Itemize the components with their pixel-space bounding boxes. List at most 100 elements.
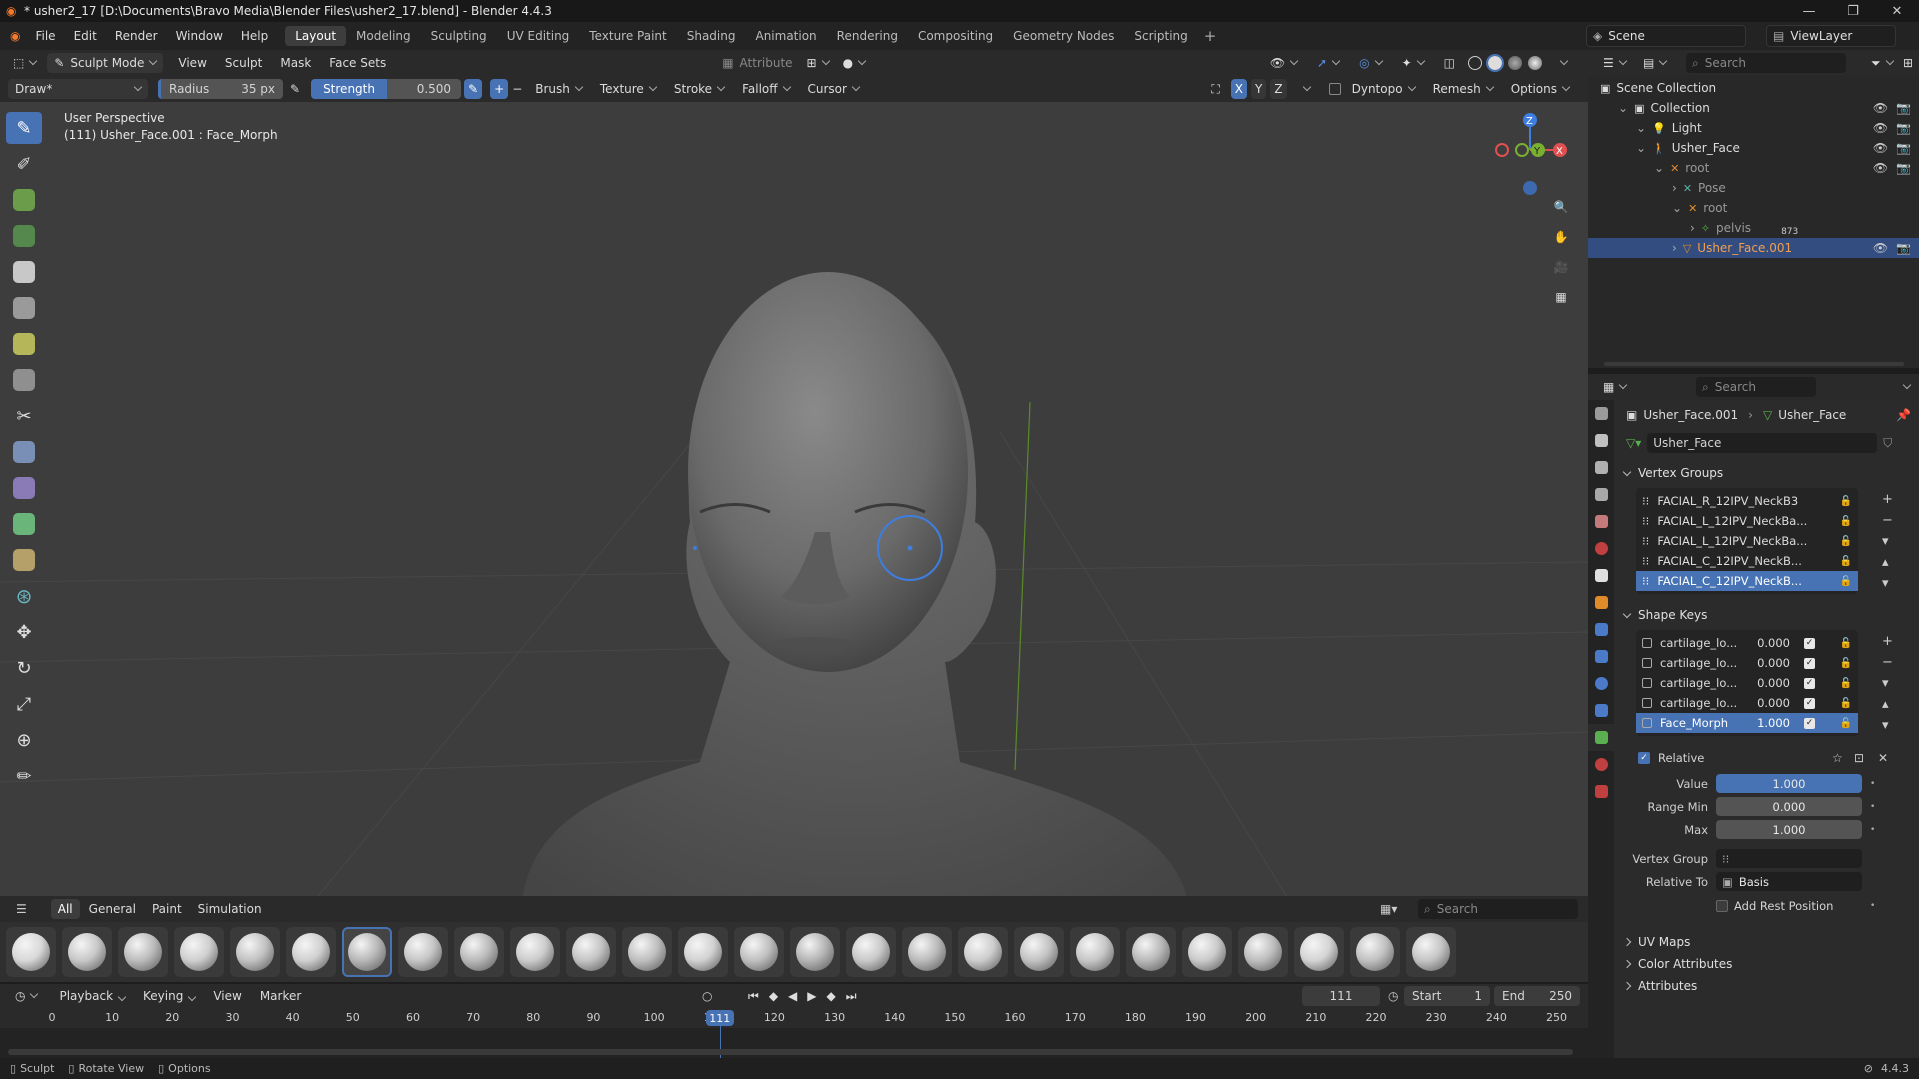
brush-thumbnail[interactable] bbox=[790, 927, 840, 977]
end-frame-field[interactable]: End 250 bbox=[1494, 986, 1580, 1006]
zoom-icon[interactable]: 🔍 bbox=[1548, 194, 1574, 220]
outliner-scrollbar[interactable] bbox=[1604, 362, 1904, 366]
shape-keys-section[interactable]: Shape Keys bbox=[1614, 604, 1919, 626]
mesh-name-field[interactable]: Usher_Face bbox=[1647, 433, 1878, 453]
brush-thumbnail[interactable] bbox=[1406, 927, 1456, 977]
eye-icon[interactable]: 👁 bbox=[1873, 121, 1888, 135]
vg-move-down-icon[interactable]: ▾ bbox=[1882, 576, 1893, 591]
keyframe-dot-icon[interactable]: • bbox=[1870, 779, 1884, 789]
expand-arrow-icon[interactable]: ⌄ bbox=[1654, 161, 1664, 175]
shape-key-item[interactable]: Face_Morph 1.000 ✓ 🔓 bbox=[1636, 713, 1858, 733]
lock-icon[interactable]: 🔓 bbox=[1840, 638, 1852, 649]
solid-shading-icon[interactable] bbox=[1486, 54, 1504, 72]
shading-options-dropdown[interactable] bbox=[1548, 53, 1574, 73]
transform-tool-icon[interactable]: ⊕ bbox=[6, 724, 42, 756]
camera-icon[interactable]: 📷 bbox=[1896, 241, 1911, 255]
vertex-group-item[interactable]: ⁝⁝ FACIAL_C_12IPV_NeckB... 🔓 bbox=[1636, 551, 1858, 571]
outliner-row[interactable]: › ✧ pelvis 873 bbox=[1588, 218, 1919, 238]
vertex-group-item[interactable]: ⁝⁝ FACIAL_C_12IPV_NeckB... 🔓 bbox=[1636, 571, 1858, 591]
viewport-menu-mask[interactable]: Mask bbox=[271, 56, 320, 70]
menu-help[interactable]: Help bbox=[232, 29, 277, 43]
shape-key-value[interactable]: 0.000 bbox=[1750, 676, 1790, 690]
dyntopo-checkbox[interactable] bbox=[1328, 83, 1341, 95]
camera-icon[interactable]: 📷 bbox=[1896, 161, 1911, 175]
visibility-icon[interactable]: 👁 bbox=[1263, 53, 1304, 73]
camera-icon[interactable]: 📷 bbox=[1896, 121, 1911, 135]
scene-tab-icon[interactable] bbox=[1588, 508, 1614, 535]
brush-thumbnail[interactable] bbox=[846, 927, 896, 977]
outliner-editor-type-icon[interactable]: ☰ bbox=[1596, 53, 1633, 73]
expand-arrow-icon[interactable]: › bbox=[1672, 241, 1677, 255]
record-icon[interactable]: ○ bbox=[702, 989, 712, 1003]
tab-scripting[interactable]: Scripting bbox=[1124, 26, 1197, 46]
direction-add-button[interactable]: + bbox=[490, 79, 509, 99]
scene-selector[interactable]: ◈ Scene bbox=[1586, 25, 1746, 47]
wireframe-shading-icon[interactable] bbox=[1468, 56, 1482, 70]
blender-menu-icon[interactable]: ◉ bbox=[10, 29, 20, 43]
symmetry-dropdown[interactable]: ⊞ bbox=[800, 53, 836, 73]
next-keyframe-icon[interactable]: ◆ bbox=[827, 989, 836, 1004]
display-options-icon[interactable]: ▦▾ bbox=[1380, 902, 1397, 916]
smooth-tool-icon[interactable]: ✂ bbox=[6, 400, 42, 432]
brush-selector[interactable]: Draw* bbox=[8, 79, 148, 99]
vg-specials-icon[interactable]: ▾ bbox=[1882, 534, 1893, 549]
vertex-group-item[interactable]: ⁝⁝ FACIAL_R_12IPV_NeckB3 🔓 bbox=[1636, 491, 1858, 511]
outliner-search-input[interactable]: ⌕ Search bbox=[1686, 53, 1846, 73]
asset-search-input[interactable]: ⌕ Search bbox=[1418, 899, 1578, 919]
falloff-dropdown[interactable]: Falloff bbox=[733, 79, 798, 99]
eye-icon[interactable]: 👁 bbox=[1873, 161, 1888, 175]
filter-icon[interactable]: ⏷ bbox=[1864, 53, 1900, 73]
properties-editor-type-icon[interactable]: ▦ bbox=[1596, 377, 1633, 397]
constraints-tab-icon[interactable] bbox=[1588, 697, 1614, 724]
mode-selector[interactable]: ✎ Sculpt Mode bbox=[47, 53, 164, 73]
tab-layout[interactable]: Layout bbox=[285, 26, 347, 46]
ortho-grid-icon[interactable]: ▦ bbox=[1548, 284, 1574, 310]
pinch-tool-icon[interactable]: ⊛ bbox=[6, 580, 42, 612]
eye-icon[interactable]: 👁 bbox=[1873, 141, 1888, 155]
scrape-tool-icon[interactable] bbox=[6, 508, 42, 540]
viewport-menu-sculpt[interactable]: Sculpt bbox=[216, 56, 271, 70]
direction-subtract-button[interactable]: − bbox=[508, 79, 526, 99]
outliner-row[interactable]: ⌄ 🚶 Usher_Face 👁 📷 bbox=[1588, 138, 1919, 158]
shape-key-mute-checkbox[interactable]: ✓ bbox=[1804, 637, 1815, 649]
keyframe-dot-icon[interactable]: • bbox=[1870, 802, 1884, 812]
material-tab-icon[interactable] bbox=[1588, 751, 1614, 778]
expand-arrow-icon[interactable]: › bbox=[1690, 221, 1695, 235]
pan-hand-icon[interactable]: ✋ bbox=[1548, 224, 1574, 250]
shape-key-value[interactable]: 0.000 bbox=[1750, 656, 1790, 670]
brush-thumbnail[interactable] bbox=[902, 927, 952, 977]
strength-field[interactable]: Strength 0.500 bbox=[311, 79, 462, 99]
brush-thumbnail[interactable] bbox=[398, 927, 448, 977]
shape-key-mute-checkbox[interactable]: ✓ bbox=[1804, 717, 1815, 729]
dyntopo-dropdown[interactable]: Dyntopo bbox=[1345, 79, 1422, 99]
shape-key-mute-checkbox[interactable]: ✓ bbox=[1804, 697, 1815, 709]
object-tab-icon[interactable] bbox=[1588, 589, 1614, 616]
flatten-tool-icon[interactable] bbox=[6, 436, 42, 468]
attribute-dropdown[interactable]: ▦ Attribute bbox=[715, 53, 799, 73]
output-tab-icon[interactable] bbox=[1588, 454, 1614, 481]
tool-tab-icon[interactable] bbox=[1588, 400, 1614, 427]
keyframe-dot-icon[interactable]: • bbox=[1870, 825, 1884, 835]
expand-arrow-icon[interactable]: ⌄ bbox=[1636, 121, 1646, 135]
asset-tab-all[interactable]: All bbox=[50, 899, 80, 919]
strength-pressure-icon[interactable]: ✎ bbox=[464, 79, 483, 99]
expand-arrow-icon[interactable]: ⌄ bbox=[1618, 101, 1628, 115]
vertex-group-item[interactable]: ⁝⁝ FACIAL_L_12IPV_NeckBa... 🔓 bbox=[1636, 531, 1858, 551]
pin-shape-icon[interactable]: ☆ bbox=[1832, 751, 1843, 765]
data-tab-icon[interactable] bbox=[1588, 724, 1614, 751]
brush-thumbnail[interactable] bbox=[454, 927, 504, 977]
rotate-tool-icon[interactable]: ↻ bbox=[6, 652, 42, 684]
brush-thumbnail[interactable] bbox=[118, 927, 168, 977]
gizmo-toggle-icon[interactable]: ➚ bbox=[1310, 53, 1346, 73]
layer-tool-icon[interactable] bbox=[6, 256, 42, 288]
brush-thumbnail[interactable] bbox=[1350, 927, 1400, 977]
menu-render[interactable]: Render bbox=[106, 29, 167, 43]
camera-icon[interactable]: 📷 bbox=[1896, 141, 1911, 155]
tab-rendering[interactable]: Rendering bbox=[827, 26, 908, 46]
outliner-row[interactable]: ▣ Scene Collection bbox=[1588, 78, 1919, 98]
pin-icon[interactable]: 📌 bbox=[1896, 408, 1911, 422]
collection-tab-icon[interactable] bbox=[1588, 562, 1614, 589]
overlay-toggle-icon[interactable]: ◎ bbox=[1352, 53, 1388, 73]
current-frame-field[interactable]: 111 bbox=[1302, 986, 1380, 1006]
outliner-row[interactable]: › ✕ Pose bbox=[1588, 178, 1919, 198]
